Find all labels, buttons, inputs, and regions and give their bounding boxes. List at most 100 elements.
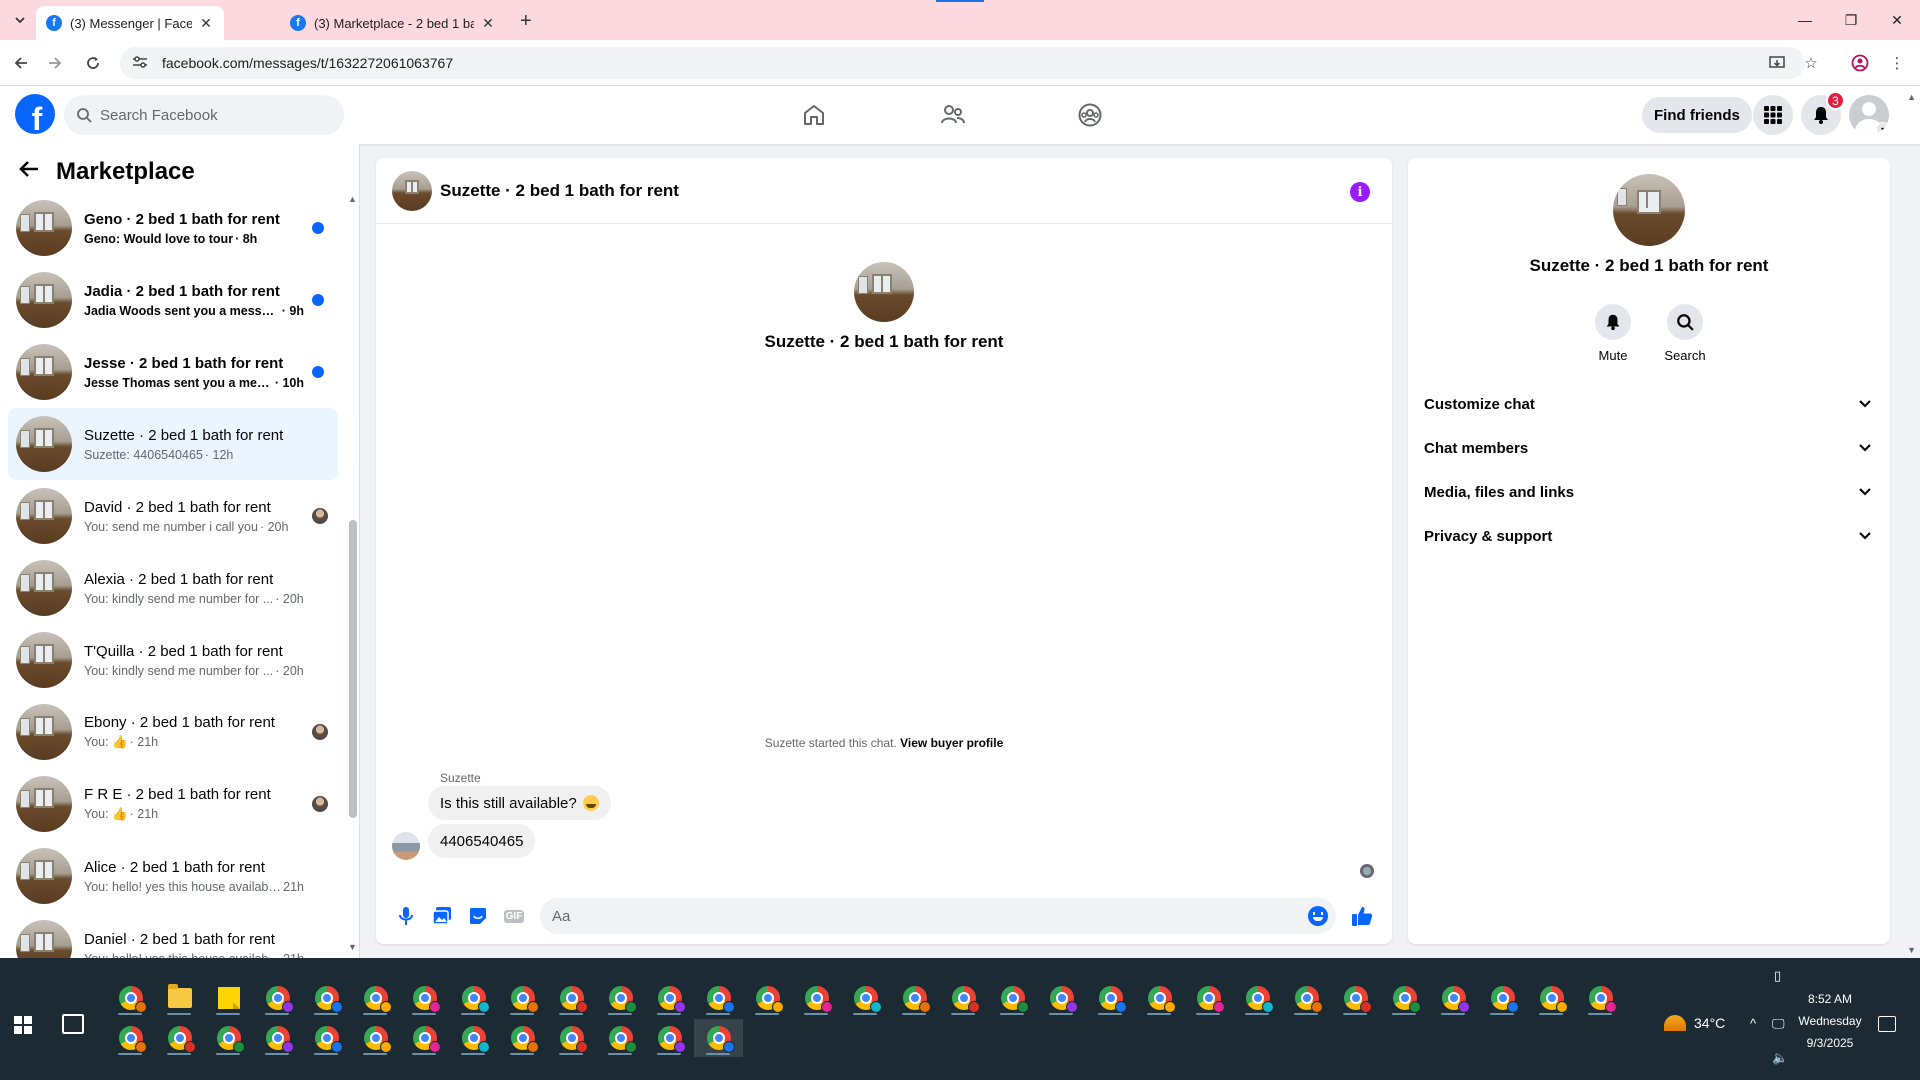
sticker-button[interactable] [460,898,496,934]
chrome-window-icon[interactable] [841,979,890,1017]
section-privacy-support[interactable]: Privacy & support [1416,514,1882,558]
chrome-window-icon[interactable] [743,979,792,1017]
message-bubble[interactable]: Is this still available? [428,786,611,820]
conversation-item[interactable]: Alice · 2 bed 1 bath for rent You: hello!… [8,840,338,912]
mute-button[interactable] [1595,304,1631,340]
sender-avatar[interactable] [392,832,420,860]
nav-friends[interactable] [897,86,1009,144]
nav-groups[interactable] [1034,86,1146,144]
scroll-down-icon[interactable]: ▼ [348,942,357,952]
tab-close-icon[interactable]: ✕ [480,15,496,31]
page-scroll-up-icon[interactable]: ▲ [1907,92,1916,102]
facebook-search-box[interactable] [64,95,344,135]
new-tab-button[interactable]: + [520,10,532,33]
conversation-scrollbar[interactable] [349,520,357,818]
chrome-window-icon[interactable] [792,979,841,1017]
chrome-window-icon[interactable] [1576,979,1625,1017]
chrome-window-icon[interactable] [1184,979,1233,1017]
account-avatar[interactable]: ▾ [1849,95,1889,135]
voice-clip-button[interactable] [388,898,424,934]
restore-button[interactable]: ❐ [1828,0,1874,40]
message-input-wrapper[interactable] [540,898,1336,934]
chrome-window-icon[interactable] [351,979,400,1017]
chrome-window-icon[interactable] [1233,979,1282,1017]
conversation-item[interactable]: Suzette · 2 bed 1 bath for rent Suzette: … [8,408,338,480]
browser-tab-messenger[interactable]: f (3) Messenger | Facebook ✕ [36,6,224,40]
chrome-window-icon[interactable] [498,979,547,1017]
chrome-window-icon[interactable] [1429,979,1478,1017]
conversation-item[interactable]: David · 2 bed 1 bath for rent You: send m… [8,480,338,552]
tray-chevron-up-icon[interactable]: ^ [1750,1016,1756,1031]
facebook-logo-icon[interactable]: f [15,94,55,134]
chrome-window-icon[interactable] [351,1019,400,1057]
chrome-window-icon[interactable] [1478,979,1527,1017]
mute-action[interactable]: Mute [1595,304,1631,363]
tab-search-dropdown[interactable] [10,10,30,30]
chrome-window-icon[interactable] [547,1019,596,1057]
sticky-notes-icon[interactable] [204,979,253,1017]
search-action[interactable]: Search [1664,304,1706,363]
chrome-window-icon[interactable] [1135,979,1184,1017]
chrome-window-icon[interactable] [253,979,302,1017]
listing-thumbnail[interactable] [392,170,432,211]
file-explorer-icon[interactable] [155,979,204,1017]
attach-photo-button[interactable] [424,898,460,934]
chrome-window-icon[interactable] [302,1019,351,1057]
weather-widget[interactable]: 34°C [1664,1015,1725,1031]
chrome-window-icon[interactable] [400,1019,449,1057]
conversation-item[interactable]: Alexia · 2 bed 1 bath for rent You: kindl… [8,552,338,624]
chrome-window-icon[interactable] [988,979,1037,1017]
chrome-window-icon[interactable] [498,1019,547,1057]
taskbar-clock[interactable]: 8:52 AM Wednesday 9/3/2025 [1792,988,1868,1054]
chrome-window-icon[interactable] [1527,979,1576,1017]
install-app-icon[interactable] [1766,52,1788,74]
chrome-window-icon[interactable] [400,979,449,1017]
page-scroll-down-icon[interactable]: ▼ [1907,945,1916,955]
emoji-icon[interactable] [1308,906,1328,926]
minimize-button[interactable]: — [1782,0,1828,40]
notification-center-icon[interactable] [1878,1016,1896,1032]
back-arrow-icon[interactable] [18,159,40,185]
chrome-window-icon[interactable] [645,1019,694,1057]
menu-button[interactable] [1753,95,1793,135]
volume-icon[interactable]: 🔈 [1772,1050,1788,1066]
windows-start-icon[interactable] [14,1016,32,1034]
chrome-window-icon[interactable] [694,1019,743,1057]
search-in-chat-button[interactable] [1667,304,1703,340]
chat-title[interactable]: Suzette · 2 bed 1 bath for rent [440,181,679,201]
network-icon[interactable]: 🖵 [1772,1016,1785,1032]
pen-menu-icon[interactable]: ▯ [1774,968,1781,984]
address-bar[interactable]: facebook.com/messages/t/1632272061063767 [120,47,1805,79]
conversation-item[interactable]: Ebony · 2 bed 1 bath for rent You: 👍 · 21h [8,696,338,768]
message-bubble[interactable]: 4406540465 [428,824,536,858]
chrome-window-icon[interactable] [547,979,596,1017]
chrome-window-icon[interactable] [1331,979,1380,1017]
chrome-window-icon[interactable] [890,979,939,1017]
chrome-window-icon[interactable] [939,979,988,1017]
chrome-window-icon[interactable] [645,979,694,1017]
conversation-item[interactable]: Daniel · 2 bed 1 bath for rentYou: hello… [8,912,338,958]
task-view-icon[interactable] [62,1014,84,1034]
nav-home[interactable] [758,86,870,144]
chrome-window-icon[interactable] [106,1019,155,1057]
conversation-item[interactable]: Jadia · 2 bed 1 bath for rent Jadia Woods… [8,264,338,336]
view-buyer-profile-link[interactable]: View buyer profile [900,736,1003,750]
search-input[interactable] [100,106,300,124]
back-button[interactable] [10,52,32,74]
chrome-window-icon[interactable] [1086,979,1135,1017]
section-media-files-links[interactable]: Media, files and links [1416,470,1882,514]
conversation-item[interactable]: T'Quilla · 2 bed 1 bath for rent You: kin… [8,624,338,696]
chrome-window-icon[interactable] [155,1019,204,1057]
conversation-item[interactable]: F R E · 2 bed 1 bath for rent You: 👍 · 21h [8,768,338,840]
site-info-icon[interactable] [132,55,148,72]
reload-button[interactable] [82,52,104,74]
bookmark-star-icon[interactable]: ☆ [1800,52,1822,74]
chrome-window-icon[interactable] [596,1019,645,1057]
profile-icon[interactable] [1849,52,1871,74]
section-chat-members[interactable]: Chat members [1416,426,1882,470]
message-input[interactable] [552,907,1258,925]
listing-thumbnail[interactable] [1613,174,1685,246]
tab-close-icon[interactable]: ✕ [198,15,214,31]
chrome-window-icon[interactable] [449,1019,498,1057]
conversation-item[interactable]: Jesse · 2 bed 1 bath for rent Jesse Thoma… [8,336,338,408]
